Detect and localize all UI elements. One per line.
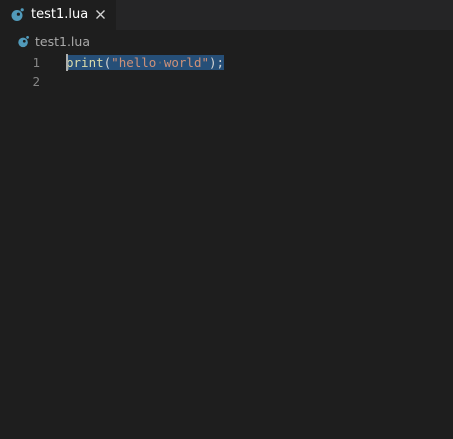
token-string: "hello [111,55,157,70]
text-cursor [66,54,68,71]
tab-bar: test1.lua [0,0,453,30]
token-punctuation: ); [209,55,225,70]
line-number: 2 [32,74,40,89]
lua-icon [11,8,24,21]
text-selection[interactable]: print("hello·world"); [66,55,225,70]
code-line[interactable]: 1 print("hello·world"); [0,53,453,72]
breadcrumb-file-label[interactable]: test1.lua [35,34,90,50]
breadcrumb: test1.lua [0,32,453,52]
code-editor[interactable]: 1 print("hello·world"); 2 [0,53,453,439]
token-whitespace-marker: · [156,55,164,70]
code-line[interactable]: 2 [0,72,453,91]
close-icon[interactable] [93,7,108,22]
token-function: print [66,55,104,70]
tab-label: test1.lua [31,7,89,22]
tab-test1-lua[interactable]: test1.lua [0,0,116,30]
line-number: 1 [32,55,40,70]
lua-icon [18,36,29,48]
line-content[interactable]: print("hello·world"); [66,53,225,72]
token-string: world" [163,55,210,70]
editor-window: test1.lua test1.lua 1 print("hello·world… [0,0,453,439]
